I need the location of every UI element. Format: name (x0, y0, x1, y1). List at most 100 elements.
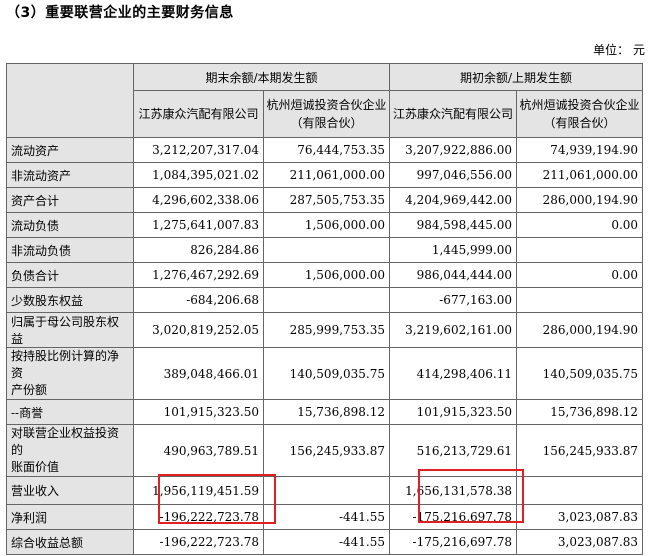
value-cell: 285,999,753.35 (262, 312, 391, 348)
value-cell (262, 287, 391, 313)
value-cell: -677,163.00 (389, 287, 518, 313)
table-row: 净利润 -196,222,723.78 -441.55 -175,216,697.78… (6, 504, 644, 530)
value-cell: 4,204,969,442.00 (389, 187, 518, 213)
header-company-b-line1: 杭州烜诚投资合伙企业 (266, 98, 387, 112)
value-cell: 101,915,323.50 (389, 399, 518, 425)
header-period-end: 期末余额/本期发生额 (132, 63, 391, 91)
table-row: 按持股比例计算的净资 产份额 389,048,466.01 140,509,035.7… (6, 347, 644, 400)
row-label: 营业收入 (6, 476, 134, 505)
row-label-text: 资产合计 (11, 193, 60, 208)
row-label: 对联营企业权益投资的账面价值 (6, 424, 134, 477)
table-row: 流动负债 1,275,641,007.83 1,506,000.00 984,598,… (6, 212, 644, 238)
value-cell: -196,222,723.78 (133, 529, 264, 555)
row-label-text: 对联营企业权益投资的 (11, 426, 120, 457)
value-cell: 76,444,753.35 (262, 137, 391, 163)
value-cell: 1,506,000.00 (262, 212, 391, 238)
value-cell (262, 237, 391, 263)
value-cell: 997,046,556.00 (389, 162, 518, 188)
table-row: 非流动负债 826,284.86 1,445,999.00 (6, 237, 644, 263)
table-row: 资产合计 4,296,602,338.06 287,505,753.35 4,204,… (6, 187, 644, 213)
table-row: --商誉 101,915,323.50 15,736,898.12 101,915,3… (6, 399, 644, 425)
value-cell: 3,020,819,252.05 (133, 312, 264, 348)
row-label: 净利润 (6, 504, 134, 530)
value-cell: 490,963,789.51 (133, 424, 264, 477)
value-cell: 4,296,602,338.06 (133, 187, 264, 213)
row-label-text: 归属于母公司股东权益 (11, 315, 120, 346)
unit-label: 单位： 元 (593, 43, 645, 57)
financial-table: 期末余额/本期发生额 期初余额/上期发生额 江苏康众汽配有限公司 杭州烜诚投资合… (6, 63, 644, 555)
row-label: 非流动资产 (6, 162, 134, 188)
value-cell: 211,061,000.00 (516, 162, 644, 188)
value-cell: 3,219,602,161.00 (389, 312, 518, 348)
row-label-text: 负债合计 (11, 268, 60, 283)
row-label-text: 营业收入 (11, 484, 60, 498)
row-label-text: 综合收益总额 (11, 535, 84, 550)
header-company-b-end: 杭州烜诚投资合伙企业 （有限合伙） (262, 90, 391, 138)
row-label-text: 流动负债 (11, 218, 60, 233)
row-label: 流动资产 (6, 137, 134, 163)
value-cell: 3,212,207,317.04 (133, 137, 264, 163)
highlight-box-period-begin (418, 469, 524, 523)
value-cell: 15,736,898.12 (516, 399, 644, 425)
value-cell (516, 476, 644, 505)
section-title: （3）重要联营企业的主要财务信息 (6, 5, 234, 21)
value-cell: 414,298,406.11 (389, 347, 518, 400)
value-cell: 1,275,641,007.83 (133, 212, 264, 238)
value-cell: 389,048,466.01 (133, 347, 264, 400)
value-cell: 1,445,999.00 (389, 237, 518, 263)
header-company-a-end: 江苏康众汽配有限公司 (133, 90, 264, 138)
header-company-a-begin: 江苏康众汽配有限公司 (389, 90, 518, 138)
value-cell (516, 287, 644, 313)
row-label: 负债合计 (6, 262, 134, 288)
row-label-text-line2: 账面价值 (11, 460, 60, 474)
value-cell (262, 476, 391, 505)
value-cell: 74,939,194.90 (516, 137, 644, 163)
value-cell: 1,506,000.00 (262, 262, 391, 288)
row-label-text: 非流动资产 (11, 168, 72, 183)
value-cell: 140,509,035.75 (516, 347, 644, 400)
value-cell: 286,000,194.90 (516, 187, 644, 213)
value-cell: 1,276,467,292.69 (133, 262, 264, 288)
row-label-text: 少数股东权益 (11, 293, 84, 308)
header-row-periods: 期末余额/本期发生额 期初余额/上期发生额 (6, 63, 644, 138)
header-company-b-line1: 杭州烜诚投资合伙企业 (519, 98, 640, 112)
header-company-b-line2: （有限合伙） (290, 116, 363, 130)
header-corner (6, 63, 134, 138)
header-company-b-begin: 杭州烜诚投资合伙企业 （有限合伙） (516, 90, 644, 138)
value-cell: 3,207,922,886.00 (389, 137, 518, 163)
row-label: 流动负债 (6, 212, 134, 238)
value-cell: 101,915,323.50 (133, 399, 264, 425)
row-label: 综合收益总额 (6, 529, 134, 555)
value-cell: 156,245,933.87 (516, 424, 644, 477)
value-cell: -684,206.68 (133, 287, 264, 313)
row-label-text-line2: 产份额 (11, 383, 48, 397)
value-cell (516, 237, 644, 263)
row-label: 非流动负债 (6, 237, 134, 263)
header-period-begin: 期初余额/上期发生额 (389, 63, 644, 91)
row-label-text: 按持股比例计算的净资 (11, 349, 120, 380)
table-row: 归属于母公司股东权益 3,020,819,252.05 285,999,753.35… (6, 312, 644, 348)
row-label-text: 流动资产 (11, 143, 60, 158)
value-cell: -441.55 (262, 529, 391, 555)
value-cell: 286,000,194.90 (516, 312, 644, 348)
table-row: 流动资产 3,212,207,317.04 76,444,753.35 3,207,9… (6, 137, 644, 163)
value-cell: -441.55 (262, 504, 391, 530)
value-cell: 0.00 (516, 212, 644, 238)
row-label: 按持股比例计算的净资产份额 (6, 347, 134, 400)
row-label-text: 非流动负债 (11, 243, 72, 258)
table-row: 非流动资产 1,084,395,021.02 211,061,000.00 997,0… (6, 162, 644, 188)
value-cell: -175,216,697.78 (389, 529, 518, 555)
row-label-text: 净利润 (11, 510, 48, 525)
header-company-b-line2: （有限合伙） (543, 116, 616, 130)
value-cell: 3,023,087.83 (516, 529, 644, 555)
value-cell: 986,044,444.00 (389, 262, 518, 288)
highlight-box-period-end (158, 474, 276, 524)
table-row: 营业收入 1,956,119,451.59 1,656,131,578.38 (6, 476, 644, 505)
table-row: 对联营企业权益投资的 账面价值 490,963,789.51 156,245,933.… (6, 424, 644, 477)
value-cell: 984,598,445.00 (389, 212, 518, 238)
value-cell: 156,245,933.87 (262, 424, 391, 477)
row-label: 归属于母公司股东权益 (6, 312, 134, 348)
row-label: 少数股东权益 (6, 287, 134, 313)
table-row: 负债合计 1,276,467,292.69 1,506,000.00 986,044,… (6, 262, 644, 288)
value-cell: 1,084,395,021.02 (133, 162, 264, 188)
